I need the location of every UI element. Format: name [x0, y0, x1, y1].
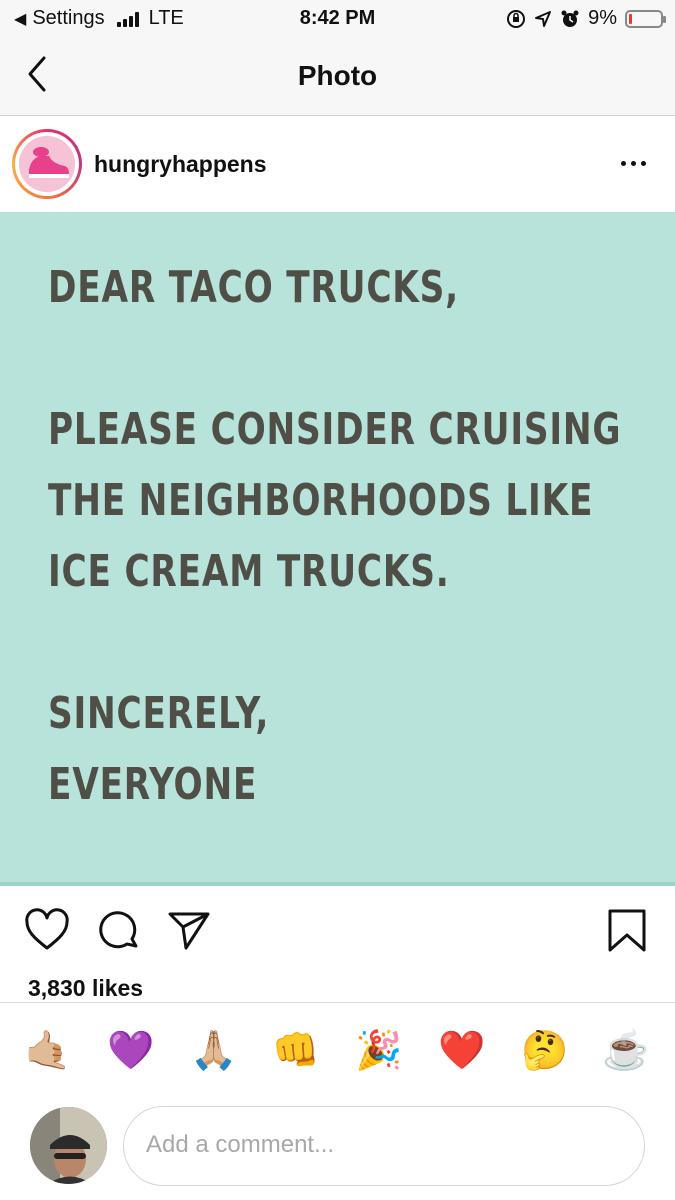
quote-line: ICE CREAM TRUCKS.	[48, 546, 450, 597]
alarm-icon	[561, 10, 579, 27]
post-username[interactable]: hungryhappens	[94, 151, 267, 178]
post-header: hungryhappens	[0, 117, 675, 212]
post-image[interactable]: DEAR TACO TRUCKS, PLEASE CONSIDER CRUISI…	[0, 212, 675, 886]
divider	[0, 1002, 675, 1003]
post-actions	[0, 890, 675, 975]
bookmark-icon[interactable]	[604, 908, 650, 954]
location-icon	[535, 10, 552, 27]
nav-bar: Photo	[0, 40, 675, 116]
page-title: Photo	[297, 60, 378, 91]
status-right: 9%	[506, 7, 666, 30]
comment-input[interactable]	[146, 1107, 616, 1183]
quote-line: EVERYONE	[48, 759, 258, 810]
praying-hands-emoji-icon[interactable]: 🙏🏼	[188, 1025, 240, 1077]
coffee-emoji-icon[interactable]: ☕	[600, 1025, 652, 1077]
status-bar: ◀ Settings LTE 8:42 PM 9%	[0, 0, 675, 40]
party-popper-emoji-icon[interactable]: 🎉	[353, 1025, 405, 1077]
story-ring[interactable]	[12, 129, 82, 199]
comment-field[interactable]	[123, 1106, 645, 1186]
battery-percent: 9%	[588, 7, 617, 29]
like-heart-icon[interactable]	[24, 908, 70, 954]
battery-icon	[625, 9, 666, 28]
sneaker-logo-icon	[19, 136, 75, 192]
current-user-avatar[interactable]	[30, 1107, 107, 1184]
quote-line: SINCERELY,	[48, 688, 270, 739]
battery-level	[629, 13, 632, 24]
share-send-icon[interactable]	[166, 908, 212, 954]
comment-bubble-icon[interactable]	[96, 908, 142, 954]
quick-reactions-bar: 🤙🏼 💜 🙏🏼 👊 🎉 ❤️ 🤔 ☕	[0, 1025, 675, 1077]
purple-heart-emoji-icon[interactable]: 💜	[105, 1025, 157, 1077]
avatar-border	[15, 132, 79, 196]
red-heart-emoji-icon[interactable]: ❤️	[436, 1025, 488, 1077]
fist-bump-emoji-icon[interactable]: 👊	[270, 1025, 322, 1077]
user-photo-icon	[30, 1107, 107, 1184]
thinking-face-emoji-icon[interactable]: 🤔	[519, 1025, 571, 1077]
more-options-icon[interactable]	[621, 153, 651, 173]
likes-count[interactable]: 3,830 likes	[28, 975, 143, 1002]
quote-line: PLEASE CONSIDER CRUISING	[48, 404, 622, 455]
quote-line: DEAR TACO TRUCKS,	[48, 262, 459, 313]
orientation-lock-icon	[507, 9, 526, 28]
shaka-emoji-icon[interactable]: 🤙🏼	[22, 1025, 74, 1077]
profile-avatar[interactable]	[19, 136, 75, 192]
quote-line: THE NEIGHBORHOODS LIKE	[48, 475, 594, 526]
